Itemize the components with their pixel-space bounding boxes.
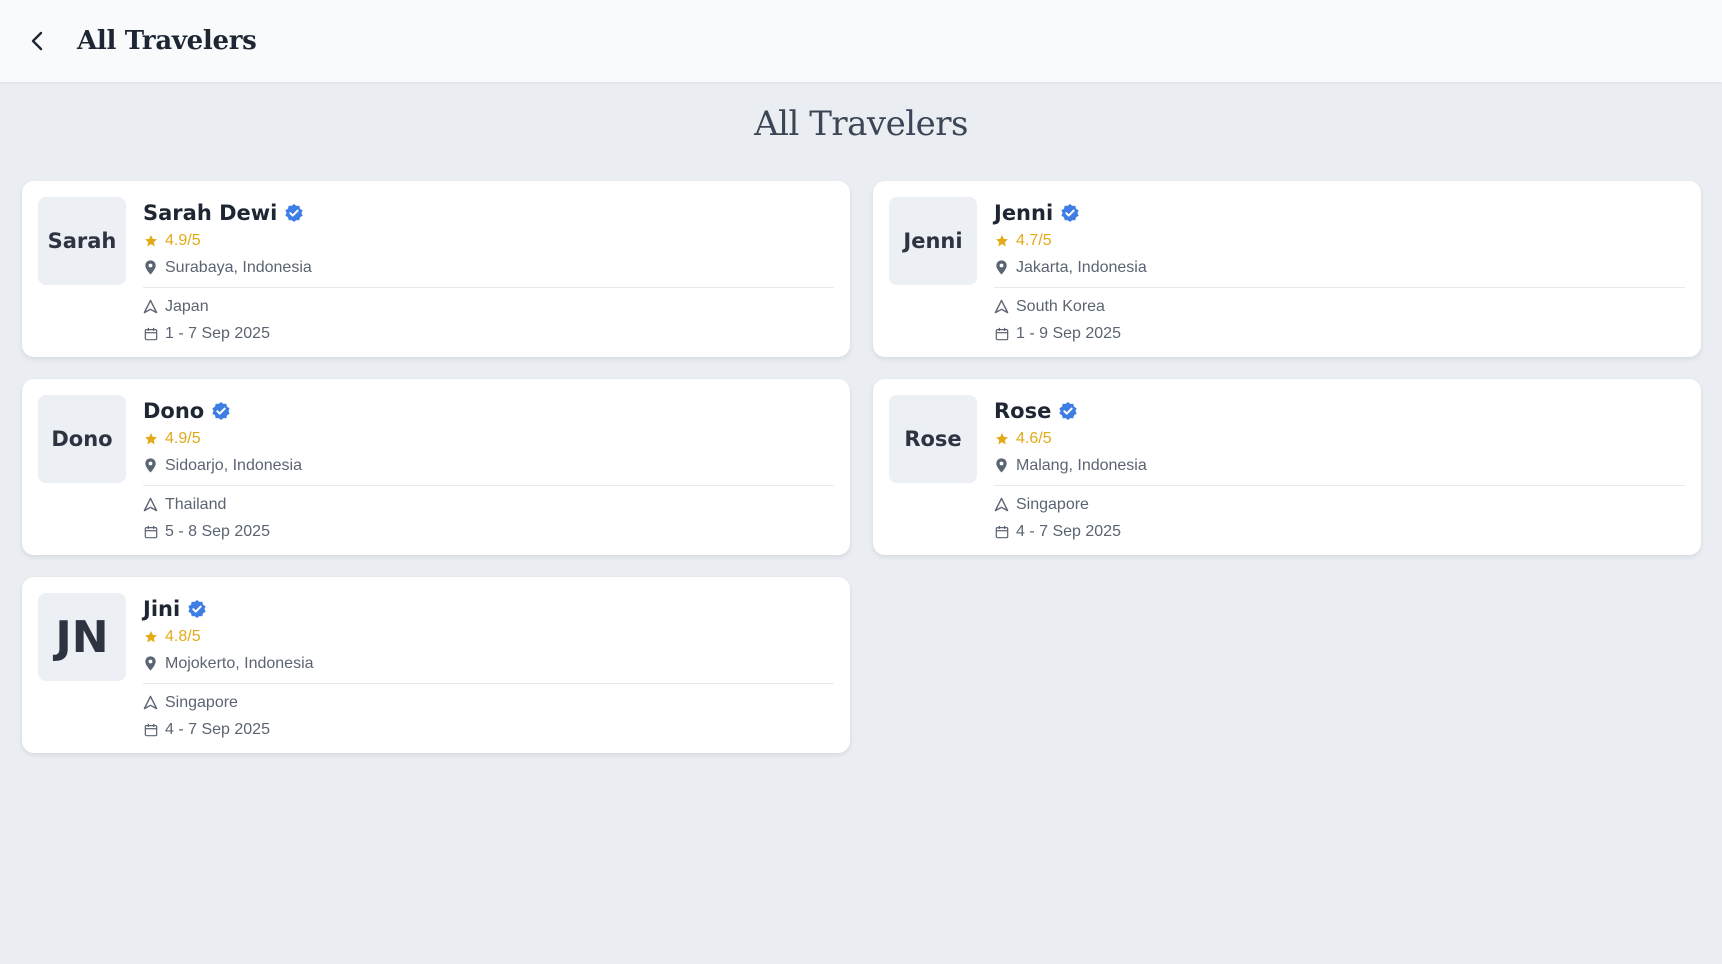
app-bar-title: All Travelers — [77, 26, 257, 56]
traveler-name: Dono — [143, 399, 205, 423]
calendar-icon — [994, 326, 1009, 341]
star-icon — [143, 629, 158, 644]
destination-text: Thailand — [165, 495, 227, 513]
traveler-card[interactable]: Rose Rose 4.6/5 Malang, Indonesia Singap… — [873, 379, 1701, 555]
star-icon — [143, 233, 158, 248]
traveler-grid: Sarah Sarah Dewi 4.9/5 Surabaya, Indones… — [22, 181, 1701, 753]
location-text: Malang, Indonesia — [1016, 456, 1147, 474]
dates-row: 1 - 7 Sep 2025 — [143, 320, 834, 347]
traveler-card[interactable]: Jenni Jenni 4.7/5 Jakarta, Indonesia Sou… — [873, 181, 1701, 357]
rating-row: 4.9/5 — [143, 227, 834, 254]
calendar-icon — [143, 326, 158, 341]
rating-row: 4.8/5 — [143, 623, 834, 650]
verified-badge-icon — [1059, 402, 1077, 420]
location-row: Malang, Indonesia — [994, 452, 1685, 479]
divider — [143, 485, 834, 486]
destination-text: Japan — [165, 297, 209, 315]
verified-badge-icon — [1061, 204, 1079, 222]
calendar-icon — [143, 722, 158, 737]
page-title: All Travelers — [754, 104, 968, 144]
divider — [143, 287, 834, 288]
chevron-left-icon — [31, 31, 43, 51]
star-icon — [994, 233, 1009, 248]
avatar: Rose — [889, 395, 977, 483]
plane-icon — [994, 497, 1009, 512]
avatar: JN — [38, 593, 126, 681]
rating-value: 4.8/5 — [165, 627, 201, 645]
avatar: Dono — [38, 395, 126, 483]
star-icon — [143, 431, 158, 446]
traveler-name: Sarah Dewi — [143, 201, 278, 225]
dates-row: 1 - 9 Sep 2025 — [994, 320, 1685, 347]
rating-value: 4.9/5 — [165, 429, 201, 447]
verified-badge-icon — [212, 402, 230, 420]
plane-icon — [143, 695, 158, 710]
dates-text: 1 - 7 Sep 2025 — [165, 324, 270, 342]
verified-badge-icon — [285, 204, 303, 222]
dates-text: 5 - 8 Sep 2025 — [165, 522, 270, 540]
map-pin-icon — [994, 458, 1009, 473]
back-button[interactable] — [20, 23, 56, 59]
location-text: Sidoarjo, Indonesia — [165, 456, 302, 474]
rating-row: 4.6/5 — [994, 425, 1685, 452]
destination-row: Japan — [143, 293, 834, 320]
dates-text: 4 - 7 Sep 2025 — [1016, 522, 1121, 540]
destination-row: Singapore — [143, 689, 834, 716]
location-text: Mojokerto, Indonesia — [165, 654, 314, 672]
top-app-bar: All Travelers — [0, 0, 1722, 82]
map-pin-icon — [994, 260, 1009, 275]
destination-text: Singapore — [1016, 495, 1089, 513]
divider — [143, 683, 834, 684]
location-row: Jakarta, Indonesia — [994, 254, 1685, 281]
traveler-name: Jenni — [994, 201, 1054, 225]
calendar-icon — [143, 524, 158, 539]
plane-icon — [143, 299, 158, 314]
location-row: Sidoarjo, Indonesia — [143, 452, 834, 479]
traveler-card[interactable]: Sarah Sarah Dewi 4.9/5 Surabaya, Indones… — [22, 181, 850, 357]
map-pin-icon — [143, 260, 158, 275]
verified-badge-icon — [188, 600, 206, 618]
traveler-name: Jini — [143, 597, 181, 621]
star-icon — [994, 431, 1009, 446]
rating-row: 4.7/5 — [994, 227, 1685, 254]
dates-text: 4 - 7 Sep 2025 — [165, 720, 270, 738]
traveler-card[interactable]: Dono Dono 4.9/5 Sidoarjo, Indonesia Thai… — [22, 379, 850, 555]
plane-icon — [143, 497, 158, 512]
destination-row: Thailand — [143, 491, 834, 518]
destination-text: South Korea — [1016, 297, 1105, 315]
location-row: Mojokerto, Indonesia — [143, 650, 834, 677]
location-text: Surabaya, Indonesia — [165, 258, 312, 276]
dates-row: 5 - 8 Sep 2025 — [143, 518, 834, 545]
rating-row: 4.9/5 — [143, 425, 834, 452]
dates-row: 4 - 7 Sep 2025 — [994, 518, 1685, 545]
plane-icon — [994, 299, 1009, 314]
divider — [994, 287, 1685, 288]
traveler-name: Rose — [994, 399, 1052, 423]
destination-text: Singapore — [165, 693, 238, 711]
traveler-card[interactable]: JN Jini 4.8/5 Mojokerto, Indonesia Singa… — [22, 577, 850, 753]
divider — [994, 485, 1685, 486]
dates-text: 1 - 9 Sep 2025 — [1016, 324, 1121, 342]
rating-value: 4.6/5 — [1016, 429, 1052, 447]
map-pin-icon — [143, 458, 158, 473]
destination-row: Singapore — [994, 491, 1685, 518]
destination-row: South Korea — [994, 293, 1685, 320]
rating-value: 4.9/5 — [165, 231, 201, 249]
dates-row: 4 - 7 Sep 2025 — [143, 716, 834, 743]
location-row: Surabaya, Indonesia — [143, 254, 834, 281]
avatar: Sarah — [38, 197, 126, 285]
calendar-icon — [994, 524, 1009, 539]
location-text: Jakarta, Indonesia — [1016, 258, 1147, 276]
map-pin-icon — [143, 656, 158, 671]
rating-value: 4.7/5 — [1016, 231, 1052, 249]
avatar: Jenni — [889, 197, 977, 285]
